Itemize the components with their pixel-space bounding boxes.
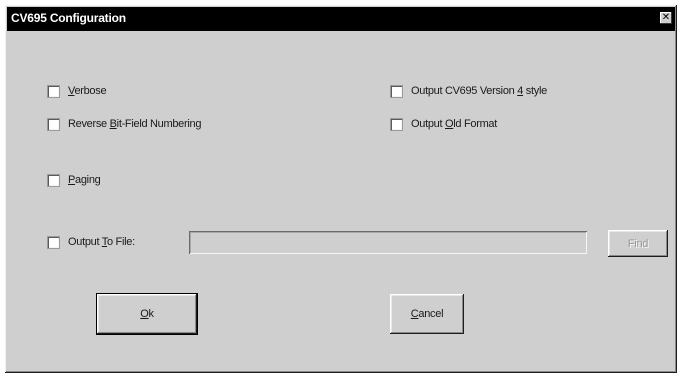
cancel-button[interactable]: Cancel xyxy=(390,294,464,334)
output-old-format-option[interactable]: Output Old Format xyxy=(391,116,497,132)
reverse-bitfield-checkbox[interactable] xyxy=(48,118,59,130)
close-icon: ✕ xyxy=(661,12,671,23)
output-to-file-option[interactable]: Output To File: xyxy=(48,234,135,250)
configuration-dialog: CV695 Configuration ✕ Verbose Reverse Bi… xyxy=(5,5,677,373)
reverse-bitfield-option[interactable]: Reverse Bit-Field Numbering xyxy=(48,116,201,132)
cancel-button-label: Cancel xyxy=(410,308,444,320)
verbose-label: Verbose xyxy=(68,85,107,97)
output-old-format-checkbox[interactable] xyxy=(391,118,402,130)
ok-button-label: Ok xyxy=(140,308,154,320)
find-button-label: Find xyxy=(627,237,649,250)
output-to-file-checkbox[interactable] xyxy=(48,236,59,248)
ok-button[interactable]: Ok xyxy=(97,294,197,334)
title-bar[interactable]: CV695 Configuration ✕ xyxy=(7,7,675,31)
verbose-option[interactable]: Verbose xyxy=(48,83,107,99)
output-v4-style-checkbox[interactable] xyxy=(391,85,402,97)
output-to-file-label: Output To File: xyxy=(68,236,135,248)
reverse-bitfield-label: Reverse Bit-Field Numbering xyxy=(68,118,202,130)
window-title: CV695 Configuration xyxy=(11,11,126,25)
output-v4-style-option[interactable]: Output CV695 Version 4 style xyxy=(391,83,547,99)
output-file-path-input[interactable] xyxy=(189,231,587,254)
output-old-format-label: Output Old Format xyxy=(411,118,498,130)
find-button[interactable]: Find xyxy=(608,230,668,257)
verbose-checkbox[interactable] xyxy=(48,85,59,97)
output-v4-style-label: Output CV695 Version 4 style xyxy=(411,85,547,97)
paging-label: Paging xyxy=(68,174,101,186)
paging-option[interactable]: Paging xyxy=(48,172,101,188)
paging-checkbox[interactable] xyxy=(48,174,59,186)
close-button[interactable]: ✕ xyxy=(660,12,672,24)
